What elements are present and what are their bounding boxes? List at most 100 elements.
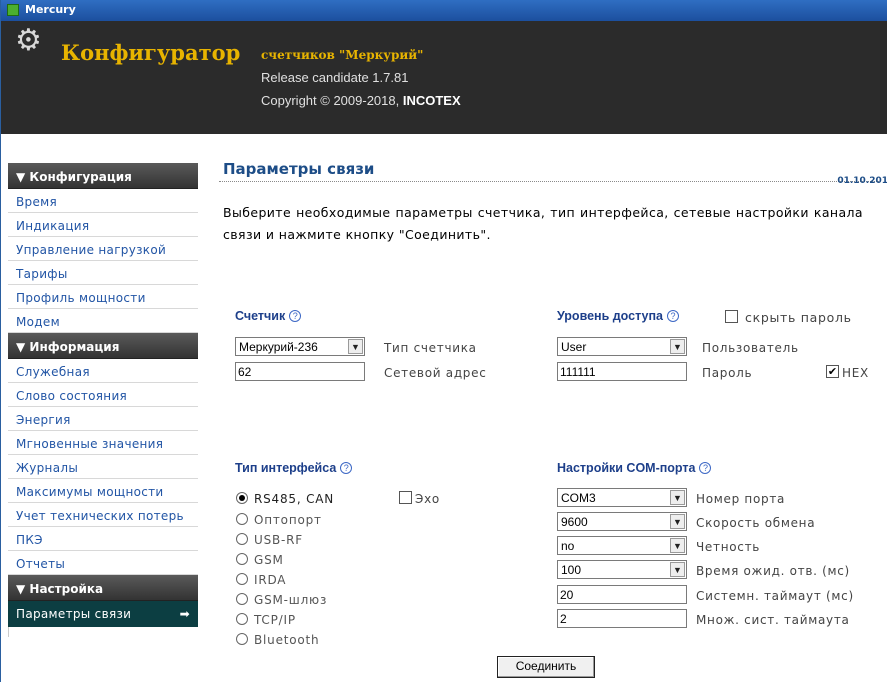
chevron-down-icon[interactable]: ▼	[670, 562, 685, 577]
intro-text: Выберите необходимые параметры счетчика,…	[223, 205, 863, 242]
network-address-label: Сетевой адрес	[384, 366, 487, 380]
sidebar-item-technical-losses[interactable]: Учет технических потерь	[8, 503, 198, 527]
chevron-down-icon[interactable]: ▼	[670, 490, 685, 505]
sidebar-item-power-maximums[interactable]: Максимумы мощности	[8, 479, 198, 503]
parity-label: Четность	[696, 540, 761, 554]
radio-irda[interactable]: IRDA	[236, 573, 286, 587]
chevron-down-icon[interactable]: ▼	[670, 538, 685, 553]
access-group-label: Уровень доступа?	[557, 309, 679, 323]
help-icon[interactable]: ?	[340, 462, 353, 474]
radio-gsm-gateway[interactable]: GSM-шлюз	[236, 593, 327, 607]
sidebar-item-service[interactable]: Служебная	[8, 359, 198, 383]
sidebar-item-reports[interactable]: Отчеты	[8, 551, 198, 575]
chevron-down-icon[interactable]: ▼	[348, 339, 363, 354]
echo-checkbox[interactable]	[399, 491, 412, 504]
interface-label: Тип интерфейса	[235, 461, 337, 475]
radio-button[interactable]	[236, 573, 248, 585]
copyright-prefix: Copyright © 2009-2018,	[261, 93, 403, 108]
meter-type-value: Меркурий-236	[239, 340, 318, 354]
sidebar-item-power-profile[interactable]: Профиль мощности	[8, 285, 198, 309]
sidebar-item-load-control[interactable]: Управление нагрузкой	[8, 237, 198, 261]
radio-button[interactable]	[236, 533, 248, 545]
interface-group-label: Тип интерфейса?	[235, 461, 353, 475]
radio-usb-rf[interactable]: USB-RF	[236, 533, 303, 547]
timeout-multiplier-input[interactable]: 2	[557, 609, 687, 628]
network-address-input[interactable]: 62	[235, 362, 365, 381]
radio-button[interactable]	[236, 513, 248, 525]
window-title: Mercury	[25, 3, 76, 16]
page-title: Параметры связи	[223, 160, 375, 178]
radio-label: Bluetooth	[254, 633, 320, 647]
access-label: Уровень доступа	[557, 309, 663, 323]
connect-button[interactable]: Соединить	[497, 656, 595, 678]
radio-bluetooth[interactable]: Bluetooth	[236, 633, 319, 647]
response-wait-value: 100	[561, 563, 582, 577]
main-content: Параметры связи 01.10.201 Выберите необх…	[219, 160, 887, 242]
sidebar-item-tariffs[interactable]: Тарифы	[8, 261, 198, 285]
brand-title: Конфигуратор	[61, 40, 241, 65]
access-level-select[interactable]: User ▼	[557, 337, 687, 356]
help-icon[interactable]: ?	[289, 310, 302, 322]
sidebar-item-energy[interactable]: Энергия	[8, 407, 198, 431]
password-label: Пароль	[702, 366, 753, 380]
com-label: Настройки COM-порта	[557, 461, 696, 475]
release-text: Release candidate 1.7.81	[261, 70, 409, 85]
radio-button[interactable]	[236, 553, 248, 565]
com-port-select[interactable]: COM3 ▼	[557, 488, 687, 507]
timeout-multiplier-label: Множ. сист. таймаута	[696, 613, 850, 627]
sidebar-section-configuration[interactable]: ▼ Конфигурация	[8, 163, 198, 189]
radio-rs485[interactable]: RS485, CAN	[236, 492, 334, 506]
echo-label: Эхо	[415, 492, 440, 506]
response-wait-select[interactable]: 100 ▼	[557, 560, 687, 579]
help-icon[interactable]: ?	[699, 462, 712, 474]
parity-value: no	[561, 539, 575, 553]
radio-button[interactable]	[236, 613, 248, 625]
hex-label: HEX	[842, 366, 869, 380]
sidebar-item-indication[interactable]: Индикация	[8, 213, 198, 237]
sidebar-section-settings[interactable]: ▼ Настройка	[8, 575, 198, 601]
copyright-company: INCOTEX	[402, 93, 461, 108]
password-input[interactable]: 111111	[557, 362, 687, 381]
chevron-down-icon[interactable]: ▼	[670, 514, 685, 529]
radio-button[interactable]	[236, 593, 248, 605]
hide-password-checkbox[interactable]	[725, 310, 738, 323]
sidebar-section-information[interactable]: ▼ Информация	[8, 333, 198, 359]
radio-button[interactable]	[236, 492, 248, 504]
app-icon	[7, 4, 19, 16]
sidebar-item-instant-values[interactable]: Мгновенные значения	[8, 431, 198, 455]
response-wait-label: Время ожид. отв. (мс)	[696, 564, 850, 578]
meter-label: Счетчик	[235, 309, 286, 323]
radio-gsm[interactable]: GSM	[236, 553, 284, 567]
chevron-down-icon[interactable]: ▼	[670, 339, 685, 354]
header-banner: ⚙ Конфигуратор счетчиков "Меркурий" Rele…	[1, 21, 887, 134]
radio-label: RS485, CAN	[254, 492, 335, 506]
sidebar-item-time[interactable]: Время	[8, 189, 198, 213]
radio-tcp-ip[interactable]: TCP/IP	[236, 613, 296, 627]
com-port-value: COM3	[561, 491, 596, 505]
sidebar: ▼ Конфигурация Время Индикация Управлени…	[8, 163, 198, 637]
meter-type-select[interactable]: Меркурий-236 ▼	[235, 337, 365, 356]
radio-label: GSM-шлюз	[254, 593, 328, 607]
sidebar-item-journals[interactable]: Журналы	[8, 455, 198, 479]
radio-optoport[interactable]: Оптопорт	[236, 513, 322, 527]
hide-password-label: скрыть пароль	[745, 310, 852, 325]
radio-label: IRDA	[254, 573, 287, 587]
sidebar-item-modem[interactable]: Модем	[8, 309, 198, 333]
help-icon[interactable]: ?	[667, 310, 679, 322]
radio-button[interactable]	[236, 633, 248, 645]
baud-rate-label: Скорость обмена	[696, 516, 816, 530]
hex-checkbox[interactable]: ✔	[826, 365, 839, 378]
system-timeout-input[interactable]: 20	[557, 585, 687, 604]
sidebar-item-status-word[interactable]: Слово состояния	[8, 383, 198, 407]
baud-rate-select[interactable]: 9600 ▼	[557, 512, 687, 531]
radio-label: USB-RF	[254, 533, 304, 547]
parity-select[interactable]: no ▼	[557, 536, 687, 555]
title-divider	[219, 181, 879, 182]
sidebar-item-connection-params[interactable]: Параметры связи ➡	[8, 601, 198, 627]
arrow-right-icon: ➡	[179, 607, 190, 621]
system-timeout-label: Системн. таймаут (мс)	[696, 589, 854, 603]
radio-label: GSM	[254, 553, 284, 567]
page-date: 01.10.201	[837, 176, 887, 186]
sidebar-item-pke[interactable]: ПКЭ	[8, 527, 198, 551]
brand-subtitle: счетчиков "Меркурий"	[261, 48, 424, 62]
